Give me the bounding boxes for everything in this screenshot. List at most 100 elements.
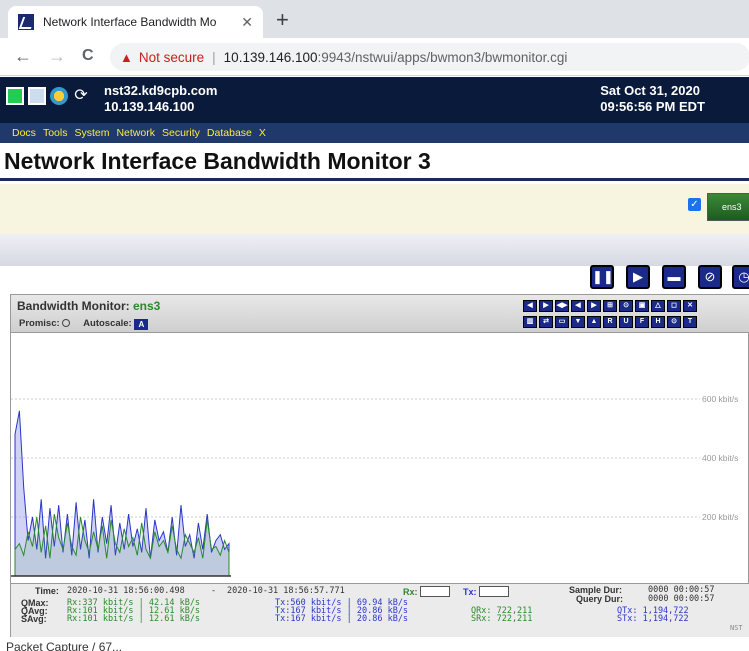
panel-tool-button-r1-4[interactable]: ◀ [571, 300, 585, 312]
time-separator: - [211, 586, 217, 596]
header-datetime: Sat Oct 31, 2020 09:56:56 PM EDT [600, 83, 705, 115]
time-start: 2020-10-31 18:56:00.498 [67, 586, 185, 596]
reload-button[interactable]: C [82, 46, 94, 66]
layout-button[interactable]: ▬ [662, 265, 686, 289]
bottom-text: Packet Capture / 67... [6, 640, 123, 651]
panel-tool-button-r1-1[interactable]: ◀ [523, 300, 537, 312]
panel-tool-button-r1-7[interactable]: ⊙ [619, 300, 633, 312]
interface-checkbox[interactable]: ✓ [688, 198, 701, 211]
menu-item-database[interactable]: Database [207, 127, 252, 139]
menu-item-system[interactable]: System [74, 127, 109, 139]
y-tick-label: 600 kbit/s [702, 394, 738, 404]
stats-area: Time: 2020-10-31 18:56:00.498 - 2020-10-… [11, 583, 749, 637]
new-tab-button[interactable]: + [276, 8, 289, 32]
panel-tool-button-r1-5[interactable]: ▶ [587, 300, 601, 312]
menu-item-tools[interactable]: Tools [43, 127, 68, 139]
menu-item-security[interactable]: Security [162, 127, 200, 139]
stop-all-button[interactable]: ⊘ [698, 265, 722, 289]
panel-tool-button-r2-2[interactable]: ⇄ [539, 316, 553, 328]
browser-tab-strip: Network Interface Bandwidth Mo ✕ + [0, 0, 749, 38]
panel-options: Promisc: Autoscale: A [19, 318, 149, 330]
window-icon[interactable] [28, 87, 46, 105]
corner-label: NST [730, 624, 743, 632]
forward-button[interactable]: → [48, 46, 66, 66]
tx-spark-label: Tx: [463, 587, 477, 597]
savg-label: SAvg: [21, 614, 47, 624]
autoscale-label: Autoscale: [83, 318, 132, 329]
time-label: Time: [35, 586, 59, 596]
panel-tool-button-r1-9[interactable]: △ [651, 300, 665, 312]
promisc-label: Promisc: [19, 318, 60, 329]
rx-spark-label: Rx: [403, 587, 418, 597]
tab-title: Network Interface Bandwidth Mo [43, 15, 217, 29]
menu-item-docs[interactable]: Docs [12, 127, 36, 139]
y-tick-label: 400 kbit/s [702, 453, 738, 463]
tx-spark-wrap: Tx: [463, 586, 510, 597]
interface-select-band [0, 184, 749, 234]
panel-tool-button-r2-1[interactable]: ▥ [523, 316, 537, 328]
host-info: nst32.kd9cpb.com 10.139.146.100 [104, 83, 217, 115]
panel-tool-button-r1-8[interactable]: ▣ [635, 300, 649, 312]
back-button[interactable]: ← [14, 46, 32, 66]
panel-tool-button-r2-11[interactable]: T [683, 316, 697, 328]
globe-icon[interactable] [50, 87, 68, 105]
header-icon-group: ⟳ [6, 87, 90, 105]
panel-tool-button-r2-9[interactable]: H [651, 316, 665, 328]
panel-tool-button-r2-5[interactable]: ▲ [587, 316, 601, 328]
query-dur-value: 0000 00:00:57 [648, 594, 715, 604]
refresh-icon[interactable]: ⟳ [72, 87, 90, 105]
tab-close-icon[interactable]: ✕ [241, 14, 253, 31]
nst-favicon-icon [18, 14, 34, 30]
query-dur-label: Query Dur: [576, 594, 624, 604]
savg-tx: Tx:167 kbit/s | 20.86 kB/s [275, 614, 409, 624]
promisc-indicator[interactable] [62, 319, 71, 327]
panel-tool-button-r2-10[interactable]: ⊙ [667, 316, 681, 328]
pause-all-button[interactable]: ❚❚ [590, 265, 614, 289]
url-host: 10.139.146.100 [223, 49, 318, 65]
interface-card-label: ens3 [722, 202, 742, 212]
interface-card-icon[interactable]: ens3 [707, 193, 749, 221]
main-menu: Docs Tools System Network Security Database X [0, 123, 749, 143]
panel-tool-button-r1-2[interactable]: ▶ [539, 300, 553, 312]
warning-icon: ▲ [120, 49, 133, 65]
browser-tab[interactable]: Network Interface Bandwidth Mo ✕ [8, 6, 263, 38]
panel-tool-button-r2-7[interactable]: U [619, 316, 633, 328]
rx-spark-wrap: Rx: [403, 586, 451, 597]
bandwidth-monitor-panel: Bandwidth Monitor: ens3 Promisc: Autosca… [10, 294, 749, 637]
panel-tool-button-r1-3[interactable]: ◀▶ [555, 300, 569, 312]
panel-tool-button-r2-8[interactable]: F [635, 316, 649, 328]
page-title: Network Interface Bandwidth Monitor 3 [0, 143, 749, 181]
global-controls-band [0, 234, 749, 266]
y-tick-label: 200 kbit/s [702, 512, 738, 522]
bandwidth-chart[interactable]: 600 kbit/s 400 kbit/s 200 kbit/s [11, 334, 749, 582]
panel-header: Bandwidth Monitor: ens3 Promisc: Autosca… [11, 295, 749, 333]
tx-sparkline-button[interactable] [479, 586, 510, 597]
panel-tool-button-r1-6[interactable]: ⊞ [603, 300, 617, 312]
rx-sparkline-button[interactable] [420, 586, 451, 597]
panel-tool-button-r1-10[interactable]: ◻ [667, 300, 681, 312]
stx-value: STx: 1,194,722 [617, 614, 689, 624]
panel-tool-button-r2-4[interactable]: ▼ [571, 316, 585, 328]
autoscale-button[interactable]: A [134, 319, 149, 330]
panel-tool-button-r2-3[interactable]: ▭ [555, 316, 569, 328]
series-rx-area [14, 514, 230, 577]
hostname: nst32.kd9cpb.com [104, 83, 218, 98]
menu-item-x[interactable]: X [259, 127, 266, 139]
host-ip: 10.139.146.100 [104, 99, 195, 114]
url-omnibox[interactable]: ▲ Not secure | 10.139.146.100 :9943/nstw… [110, 43, 749, 71]
panel-title-prefix: Bandwidth Monitor: [17, 299, 130, 313]
panel-title: Bandwidth Monitor: ens3 [17, 299, 160, 313]
header-time: 09:56:56 PM EDT [600, 99, 705, 114]
panel-tool-button-r1-11[interactable]: ✕ [683, 300, 697, 312]
savg-rx: Rx:101 kbit/s | 12.61 kB/s [67, 614, 201, 624]
panel-tool-button-r2-6[interactable]: R [603, 316, 617, 328]
srx-value: SRx: 722,211 [471, 614, 533, 624]
not-secure-label[interactable]: Not secure [139, 50, 204, 65]
history-button[interactable]: ◷ [732, 265, 749, 289]
address-bar: ← → C ▲ Not secure | 10.139.146.100 :994… [0, 38, 749, 76]
panel-interface-name: ens3 [132, 299, 161, 313]
terminal-icon[interactable] [6, 87, 24, 105]
play-all-button[interactable]: ▶ [626, 265, 650, 289]
menu-item-network[interactable]: Network [116, 127, 155, 139]
url-path: :9943/nstwui/apps/bwmon3/bwmonitor.cgi [317, 49, 568, 65]
